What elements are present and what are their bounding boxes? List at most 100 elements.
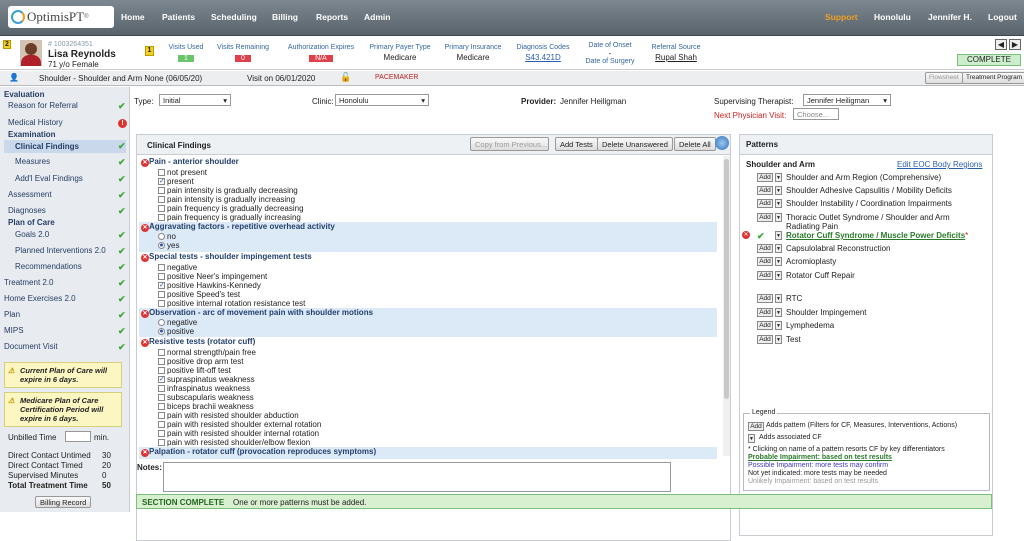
pattern-item[interactable]: Add ▼ Shoulder Impingement [757, 308, 867, 317]
sidebar-item-plan[interactable]: Plan [4, 310, 20, 319]
nav-reports[interactable]: Reports [316, 12, 348, 22]
flag-badge[interactable]: 2 [3, 40, 11, 49]
pattern-item-selected[interactable]: ✔ ▼ Rotator Cuff Syndrome / Muscle Power D… [757, 231, 968, 242]
finding-option[interactable]: pain with resisted shoulder internal rot… [158, 429, 319, 438]
sidebar-item-addl[interactable]: Add'l Eval Findings [15, 174, 83, 183]
finding-option[interactable]: positive Speed's test [158, 290, 240, 299]
sidebar-item-planned[interactable]: Planned Interventions 2.0 [15, 246, 106, 255]
finding-option[interactable]: pain with resisted shoulder/elbow flexio… [158, 438, 310, 447]
add-pattern-button[interactable]: Add [757, 335, 773, 344]
referral-link[interactable]: Rupal Shah [646, 53, 706, 62]
add-pattern-button[interactable]: Add [757, 244, 773, 253]
finding-option[interactable]: biceps brachii weakness [158, 402, 254, 411]
finding-option[interactable]: not present [158, 168, 207, 177]
add-pattern-button[interactable]: Add [757, 321, 773, 330]
patient-name[interactable]: Lisa Reynolds [48, 49, 116, 60]
flowsheet-button[interactable]: Flowsheet [925, 72, 963, 84]
pattern-item[interactable]: Add ▼ Shoulder Instability / Coordination … [757, 199, 952, 208]
dx-link[interactable]: S43.421D [510, 53, 576, 62]
finding-option[interactable]: positive drop arm test [158, 357, 243, 366]
add-tests-button[interactable]: Add Tests [555, 137, 598, 151]
add-pattern-button[interactable]: Add [757, 186, 773, 195]
chevron-down-icon[interactable]: ▼ [775, 244, 782, 253]
chevron-down-icon[interactable]: ▼ [775, 294, 782, 303]
chevron-down-icon[interactable]: ▼ [775, 321, 782, 330]
chevron-down-icon[interactable]: ▼ [775, 257, 782, 266]
finding-option[interactable]: positive lift-off test [158, 366, 231, 375]
chevron-down-icon[interactable]: ▼ [775, 335, 782, 344]
sidebar-item-history[interactable]: Medical History [8, 118, 63, 127]
remove-icon[interactable]: ✕ [141, 310, 149, 318]
finding-option[interactable]: ✓ supraspinatus weakness [158, 375, 255, 384]
add-pattern-button[interactable]: Add [757, 308, 773, 317]
chevron-down-icon[interactable]: ▼ [775, 173, 782, 182]
finding-option[interactable]: infraspinatus weakness [158, 384, 250, 393]
remove-icon[interactable]: ✕ [141, 224, 149, 232]
notes-textarea[interactable] [163, 462, 671, 492]
remove-icon[interactable]: ✕ [141, 254, 149, 262]
finding-option[interactable]: pain intensity is gradually increasing [158, 195, 295, 204]
add-pattern-button[interactable]: Add [757, 257, 773, 266]
pattern-item[interactable]: Add ▼ RTC [757, 294, 802, 303]
finding-option[interactable]: pain intensity is gradually decreasing [158, 186, 298, 195]
chevron-down-icon[interactable]: ▼ [775, 231, 782, 240]
delete-all-button[interactable]: Delete All [674, 137, 716, 151]
nav-support[interactable]: Support [825, 12, 858, 22]
logo[interactable]: OptimisPT ® [8, 6, 114, 28]
sidebar-item-reason[interactable]: Reason for Referral [8, 101, 78, 110]
scrollbar[interactable] [723, 156, 730, 456]
next-arrow-icon[interactable]: ▶ [1009, 39, 1021, 50]
remove-pattern-icon[interactable]: ✕ [742, 231, 750, 239]
nav-billing[interactable]: Billing [272, 12, 298, 22]
sidebar-item-recommendations[interactable]: Recommendations [15, 262, 82, 271]
finding-option[interactable]: subscapularis weakness [158, 393, 254, 402]
finding-option[interactable]: normal strength/pain free [158, 348, 256, 357]
chevron-down-icon[interactable]: ▼ [775, 213, 782, 222]
globe-icon[interactable] [715, 136, 729, 150]
finding-radio[interactable]: ● positive [158, 327, 194, 336]
nav-home[interactable]: Home [121, 12, 145, 22]
pattern-item[interactable]: Add ▼ Capsulolabral Reconstruction [757, 244, 891, 253]
delete-unanswered-button[interactable]: Delete Unanswered [597, 137, 673, 151]
next-visit-input[interactable]: Choose... [793, 108, 839, 120]
edit-regions-link[interactable]: Edit EOC Body Regions [897, 160, 982, 169]
supervising-select[interactable]: Jennifer Heiligman ▾ [803, 94, 891, 106]
sidebar-item-home-exercises[interactable]: Home Exercises 2.0 [4, 294, 76, 303]
chevron-down-icon[interactable]: ▼ [775, 186, 782, 195]
sidebar-item-diagnoses[interactable]: Diagnoses [8, 206, 46, 215]
unbilled-time-input[interactable] [65, 431, 91, 442]
type-select[interactable]: Initial ▾ [159, 94, 231, 106]
nav-patients[interactable]: Patients [162, 12, 195, 22]
copy-previous-button[interactable]: Copy from Previous... [470, 137, 549, 151]
billing-record-button[interactable]: Billing Record [35, 496, 92, 508]
clinic-select[interactable]: Honolulu ▾ [335, 94, 429, 106]
pattern-item[interactable]: Add ▼ Shoulder and Arm Region (Comprehensi… [757, 173, 941, 182]
finding-option[interactable]: pain with resisted shoulder abduction [158, 411, 299, 420]
visit-crumb[interactable]: Visit on 06/01/2020 [247, 74, 315, 83]
finding-radio[interactable]: no [158, 232, 176, 241]
finding-option[interactable]: negative [158, 263, 197, 272]
finding-option[interactable]: ✓ positive Hawkins-Kennedy [158, 281, 261, 290]
pattern-item[interactable]: Add ▼ Thoracic Outlet Syndrome / Shoulder … [757, 213, 976, 231]
finding-option[interactable]: pain with resisted shoulder external rot… [158, 420, 321, 429]
sidebar-item-treatment[interactable]: Treatment 2.0 [4, 278, 54, 287]
nav-admin[interactable]: Admin [364, 12, 390, 22]
treatment-program-button[interactable]: Treatment Program [962, 72, 1024, 84]
chevron-down-icon[interactable]: ▼ [775, 271, 782, 280]
sidebar-item-mips[interactable]: MIPS [4, 326, 24, 335]
sidebar-item-clinical[interactable]: Clinical Findings [15, 142, 79, 151]
sidebar-item-document-visit[interactable]: Document Visit [4, 342, 58, 351]
pattern-item[interactable]: Add ▼ Acromioplasty [757, 257, 836, 266]
nav-scheduling[interactable]: Scheduling [211, 12, 257, 22]
pattern-item[interactable]: Add ▼ Shoulder Adhesive Capsulitis / Mobil… [757, 186, 952, 195]
pattern-item[interactable]: Add ▼ Lymphedema [757, 321, 834, 330]
finding-option[interactable]: pain frequency is gradually increasing [158, 213, 301, 222]
remove-icon[interactable]: ✕ [141, 339, 149, 347]
remove-icon[interactable]: ✕ [141, 159, 149, 167]
add-pattern-button[interactable]: Add [757, 199, 773, 208]
finding-option[interactable]: positive internal rotation resistance te… [158, 299, 305, 308]
sidebar-item-measures[interactable]: Measures [15, 157, 50, 166]
location-menu[interactable]: Honolulu [874, 12, 911, 22]
chevron-down-icon[interactable]: ▼ [775, 199, 782, 208]
finding-radio[interactable]: ● yes [158, 241, 179, 250]
